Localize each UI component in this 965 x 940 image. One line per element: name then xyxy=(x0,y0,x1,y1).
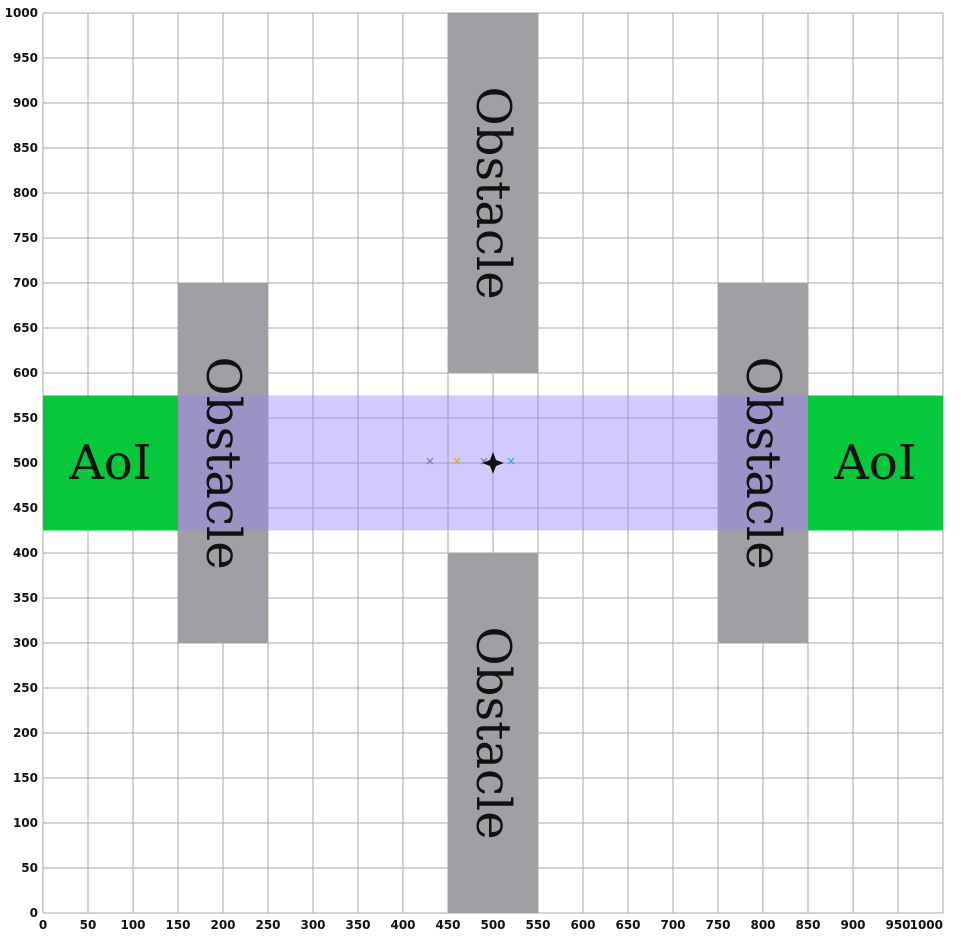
y-tick-label: 350 xyxy=(13,591,38,605)
y-tick-label: 400 xyxy=(13,546,38,560)
y-tick-label: 900 xyxy=(13,96,38,110)
x-tick-label: 150 xyxy=(165,918,190,932)
x-tick-label: 700 xyxy=(660,918,685,932)
x-tick-label: 50 xyxy=(80,918,97,932)
y-tick-label: 500 xyxy=(13,456,38,470)
x-tick-label: 300 xyxy=(300,918,325,932)
y-tick-label: 600 xyxy=(13,366,38,380)
x-tick-label: 400 xyxy=(390,918,415,932)
aoi-left-label: AoI xyxy=(68,435,152,491)
x-tick-label: 500 xyxy=(480,918,505,932)
x-tick-label: 950 xyxy=(885,918,910,932)
x-tick-label: 900 xyxy=(840,918,865,932)
x-tick-label: 850 xyxy=(795,918,820,932)
x-tick-label: 200 xyxy=(210,918,235,932)
y-tick-label: 250 xyxy=(13,681,38,695)
x-tick-label: 1000 xyxy=(910,918,943,932)
y-tick-label: 1000 xyxy=(5,6,38,20)
y-tick-label: 800 xyxy=(13,186,38,200)
x-tick-label: 600 xyxy=(570,918,595,932)
y-tick-label: 650 xyxy=(13,321,38,335)
y-tick-label: 0 xyxy=(30,906,38,920)
x-tick-label: 350 xyxy=(345,918,370,932)
y-tick-label: 200 xyxy=(13,726,38,740)
obstacle-bottom-label: Obstacle xyxy=(465,626,521,839)
x-tick-label: 250 xyxy=(255,918,280,932)
obstacle-left-label: Obstacle xyxy=(195,356,251,569)
y-tick-label: 550 xyxy=(13,411,38,425)
y-tick-label: 950 xyxy=(13,51,38,65)
y-tick-label: 700 xyxy=(13,276,38,290)
y-tick-label: 850 xyxy=(13,141,38,155)
x-tick-label: 550 xyxy=(525,918,550,932)
y-tick-label: 150 xyxy=(13,771,38,785)
y-tick-label: 300 xyxy=(13,636,38,650)
x-tick-label: 650 xyxy=(615,918,640,932)
x-tick-label: 800 xyxy=(750,918,775,932)
obstacle-top-label: Obstacle xyxy=(465,86,521,299)
y-tick-label: 450 xyxy=(13,501,38,515)
y-tick-label: 100 xyxy=(13,816,38,830)
aoi-right-label: AoI xyxy=(833,435,917,491)
x-tick-label: 750 xyxy=(705,918,730,932)
y-tick-label: 50 xyxy=(21,861,38,875)
x-tick-label: 0 xyxy=(39,918,47,932)
obstacle-right-label: Obstacle xyxy=(735,356,791,569)
map-canvas: Obstacle Obstacle Obstacle Obstacle AoI AoI 0… xyxy=(5,6,944,932)
y-tick-label: 750 xyxy=(13,231,38,245)
x-tick-label: 100 xyxy=(120,918,145,932)
x-tick-label: 450 xyxy=(435,918,460,932)
